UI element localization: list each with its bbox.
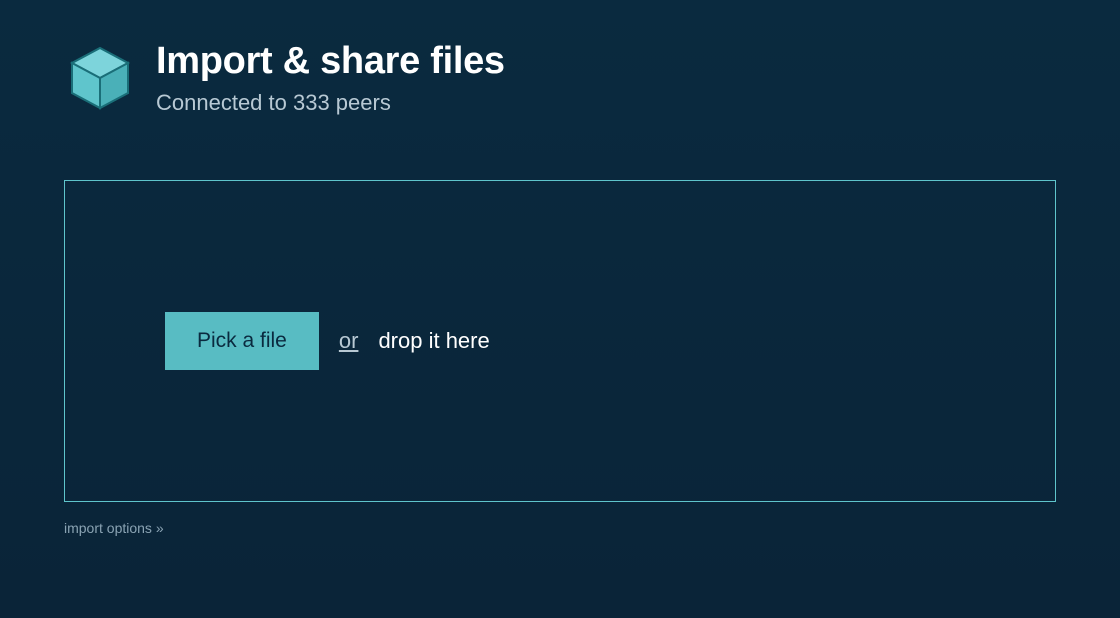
connection-status: Connected to 333 peers <box>156 90 505 116</box>
page-title: Import & share files <box>156 38 505 86</box>
pick-file-button[interactable]: Pick a file <box>165 312 319 370</box>
drop-hint-text: drop it here <box>378 328 489 354</box>
or-separator: or <box>339 328 359 354</box>
file-dropzone[interactable]: Pick a file or drop it here <box>64 180 1056 502</box>
cube-icon <box>64 42 136 114</box>
import-options-link[interactable]: import options » <box>64 520 164 536</box>
page-header: Import & share files Connected to 333 pe… <box>64 38 1056 116</box>
